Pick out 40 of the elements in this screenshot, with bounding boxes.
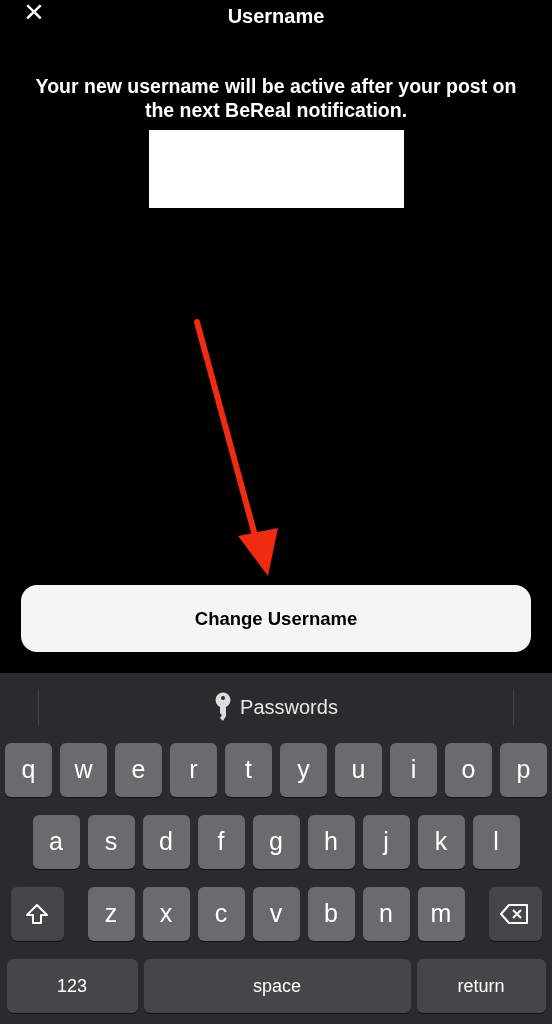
keyboard-key[interactable]: 123 [6, 959, 138, 1013]
keyboard-key[interactable]: y [280, 743, 327, 797]
keyboard-key[interactable]: z [87, 887, 135, 941]
shift-icon [25, 903, 49, 925]
keyboard-key[interactable]: s [87, 815, 135, 869]
info-message: Your new username will be active after your post on the next BeReal notification. [34, 74, 518, 122]
keyboard-key[interactable]: space [143, 959, 411, 1013]
keyboard-key[interactable]: u [335, 743, 382, 797]
keyboard-key[interactable]: g [252, 815, 300, 869]
keyboard-key[interactable]: p [500, 743, 547, 797]
screen-title: Username [227, 4, 325, 29]
keyboard-key[interactable]: a [32, 815, 80, 869]
keyboard-key[interactable]: c [197, 887, 245, 941]
keyboard-key[interactable]: r [170, 743, 217, 797]
keyboard-key[interactable]: t [225, 743, 272, 797]
backspace-icon [500, 903, 530, 925]
keyboard-key[interactable]: m [417, 887, 465, 941]
keyboard-key[interactable]: b [307, 887, 355, 941]
username-field[interactable] [148, 130, 404, 208]
keyboard-key[interactable]: q [5, 743, 52, 797]
keyboard-key[interactable]: o [445, 743, 492, 797]
change-username-button[interactable]: Change Username [21, 585, 531, 652]
keyboard-key[interactable]: v [252, 887, 300, 941]
keyboard-key[interactable]: x [142, 887, 190, 941]
keyboard-key[interactable]: l [472, 815, 520, 869]
keyboard-key[interactable]: n [362, 887, 410, 941]
close-button[interactable]: × [24, 0, 44, 28]
keyboard-key[interactable]: return [416, 959, 546, 1013]
delete-key[interactable] [488, 887, 542, 941]
key-icon [214, 692, 233, 722]
keyboard-key[interactable]: e [115, 743, 162, 797]
shift-key[interactable] [10, 887, 64, 941]
keyboard-key[interactable]: k [417, 815, 465, 869]
passwords-suggestion[interactable]: Passwords [240, 692, 338, 722]
keyboard-key[interactable]: w [60, 743, 107, 797]
keyboard-key[interactable]: d [142, 815, 190, 869]
keyboard-key[interactable]: i [390, 743, 437, 797]
keyboard-key[interactable]: f [197, 815, 245, 869]
keyboard-key[interactable]: j [362, 815, 410, 869]
keyboard-key[interactable]: h [307, 815, 355, 869]
